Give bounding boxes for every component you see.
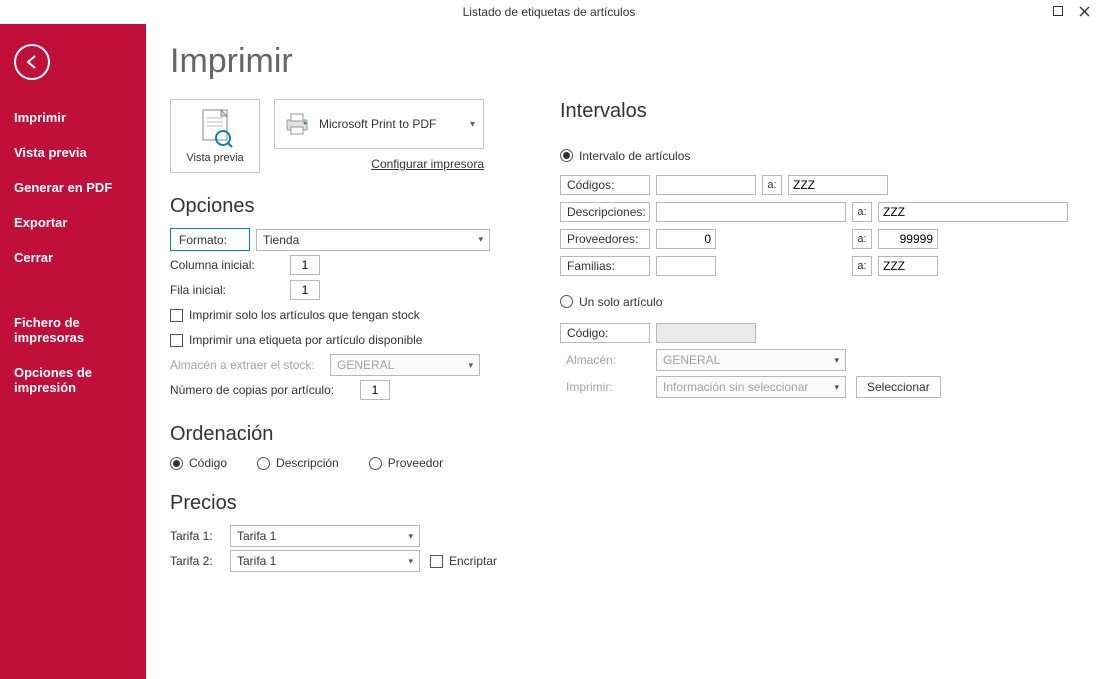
- almacen-label: Almacén:: [560, 350, 650, 370]
- radio-icon: [257, 457, 270, 470]
- almacen-select: GENERAL▾: [656, 349, 846, 371]
- familias-from-input[interactable]: [656, 256, 716, 276]
- checkbox-etiqueta[interactable]: Imprimir una etiqueta por artículo dispo…: [170, 329, 520, 351]
- intervalos-heading: Intervalos: [560, 100, 1068, 123]
- copias-label: Número de copias por artículo:: [170, 383, 360, 397]
- chevron-down-icon: ▾: [408, 556, 413, 567]
- almacen-stock-label: Almacén a extraer el stock:: [170, 358, 330, 372]
- document-preview-icon: [197, 108, 233, 148]
- formato-label: Formato:: [170, 228, 250, 251]
- radio-ord-descripcion[interactable]: Descripción: [257, 456, 339, 470]
- sidebar-item-cerrar[interactable]: Cerrar: [0, 240, 146, 275]
- sidebar-item-generar-pdf[interactable]: Generar en PDF: [0, 170, 146, 205]
- checkbox-stock[interactable]: Imprimir solo los artículos que tengan s…: [170, 304, 520, 326]
- descripciones-label: Descripciones:: [560, 202, 650, 222]
- fila-inicial-input[interactable]: [290, 280, 320, 300]
- back-button[interactable]: [14, 44, 50, 80]
- printer-select[interactable]: Microsoft Print to PDF ▾: [274, 99, 484, 149]
- vista-previa-label: Vista previa: [186, 152, 243, 164]
- codigos-to-input[interactable]: [788, 175, 888, 195]
- proveedores-to-input[interactable]: [878, 229, 938, 249]
- tarifa2-label: Tarifa 2:: [170, 554, 230, 568]
- configure-printer-link[interactable]: Configurar impresora: [274, 157, 484, 171]
- columna-inicial-input[interactable]: [290, 255, 320, 275]
- a-label: a:: [852, 202, 872, 222]
- chevron-down-icon: ▾: [478, 234, 483, 245]
- a-label: a:: [762, 175, 782, 195]
- radio-icon: [170, 457, 183, 470]
- chevron-down-icon: ▾: [834, 382, 839, 393]
- chevron-down-icon: ▾: [834, 355, 839, 366]
- sidebar-item-opciones-impresion[interactable]: Opciones de impresión: [0, 355, 146, 405]
- proveedores-label: Proveedores:: [560, 229, 650, 249]
- sidebar-item-imprimir[interactable]: Imprimir: [0, 100, 146, 135]
- chevron-down-icon: ▾: [408, 531, 413, 542]
- opciones-heading: Opciones: [170, 195, 520, 218]
- codigo-label: Código:: [560, 323, 650, 343]
- checkbox-icon: [170, 309, 183, 322]
- printer-name: Microsoft Print to PDF: [319, 117, 436, 131]
- window-title: Listado de etiquetas de artículos: [463, 5, 636, 19]
- page-title: Imprimir: [170, 42, 520, 81]
- radio-un-solo-articulo[interactable]: Un solo artículo: [560, 295, 662, 309]
- tarifa1-select[interactable]: Tarifa 1▾: [230, 525, 420, 547]
- columna-inicial-label: Columna inicial:: [170, 258, 290, 272]
- tarifa2-select[interactable]: Tarifa 1▾: [230, 550, 420, 572]
- sidebar-item-exportar[interactable]: Exportar: [0, 205, 146, 240]
- checkbox-icon: [430, 555, 443, 568]
- radio-icon: [560, 149, 573, 162]
- imprimir-from-label: Imprimir:: [560, 377, 650, 397]
- sidebar-item-fichero-impresoras[interactable]: Fichero de impresoras: [0, 305, 146, 355]
- copias-input[interactable]: [360, 380, 390, 400]
- imprimir-select: Información sin seleccionar▾: [656, 376, 846, 398]
- maximize-icon[interactable]: [1050, 3, 1066, 19]
- sidebar: Imprimir Vista previa Generar en PDF Exp…: [0, 24, 146, 679]
- vista-previa-button[interactable]: Vista previa: [170, 99, 260, 173]
- fila-inicial-label: Fila inicial:: [170, 283, 290, 297]
- titlebar: Listado de etiquetas de artículos: [0, 0, 1098, 24]
- proveedores-from-input[interactable]: [656, 229, 716, 249]
- familias-to-input[interactable]: [878, 256, 938, 276]
- codigos-from-input[interactable]: [656, 175, 756, 195]
- a-label: a:: [852, 229, 872, 249]
- chevron-down-icon: ▾: [470, 119, 475, 130]
- ordenacion-heading: Ordenación: [170, 423, 520, 446]
- chevron-down-icon: ▾: [468, 360, 473, 371]
- radio-icon: [369, 457, 382, 470]
- tarifa1-label: Tarifa 1:: [170, 529, 230, 543]
- radio-ord-proveedor[interactable]: Proveedor: [369, 456, 443, 470]
- seleccionar-button[interactable]: Seleccionar: [856, 376, 941, 398]
- close-icon[interactable]: [1076, 3, 1092, 19]
- descripciones-from-input[interactable]: [656, 202, 846, 222]
- descripciones-to-input[interactable]: [878, 202, 1068, 222]
- a-label: a:: [852, 256, 872, 276]
- checkbox-encriptar[interactable]: Encriptar: [430, 554, 497, 568]
- printer-icon: [283, 112, 311, 136]
- sidebar-item-vista-previa[interactable]: Vista previa: [0, 135, 146, 170]
- familias-label: Familias:: [560, 256, 650, 276]
- radio-icon: [560, 295, 573, 308]
- radio-intervalo-articulos[interactable]: Intervalo de artículos: [560, 149, 690, 163]
- codigos-label: Códigos:: [560, 175, 650, 195]
- formato-select[interactable]: Tienda ▾: [256, 229, 490, 251]
- almacen-stock-select: GENERAL ▾: [330, 354, 480, 376]
- radio-ord-codigo[interactable]: Código: [170, 456, 227, 470]
- codigo-input: [656, 323, 756, 343]
- checkbox-icon: [170, 334, 183, 347]
- precios-heading: Precios: [170, 492, 520, 515]
